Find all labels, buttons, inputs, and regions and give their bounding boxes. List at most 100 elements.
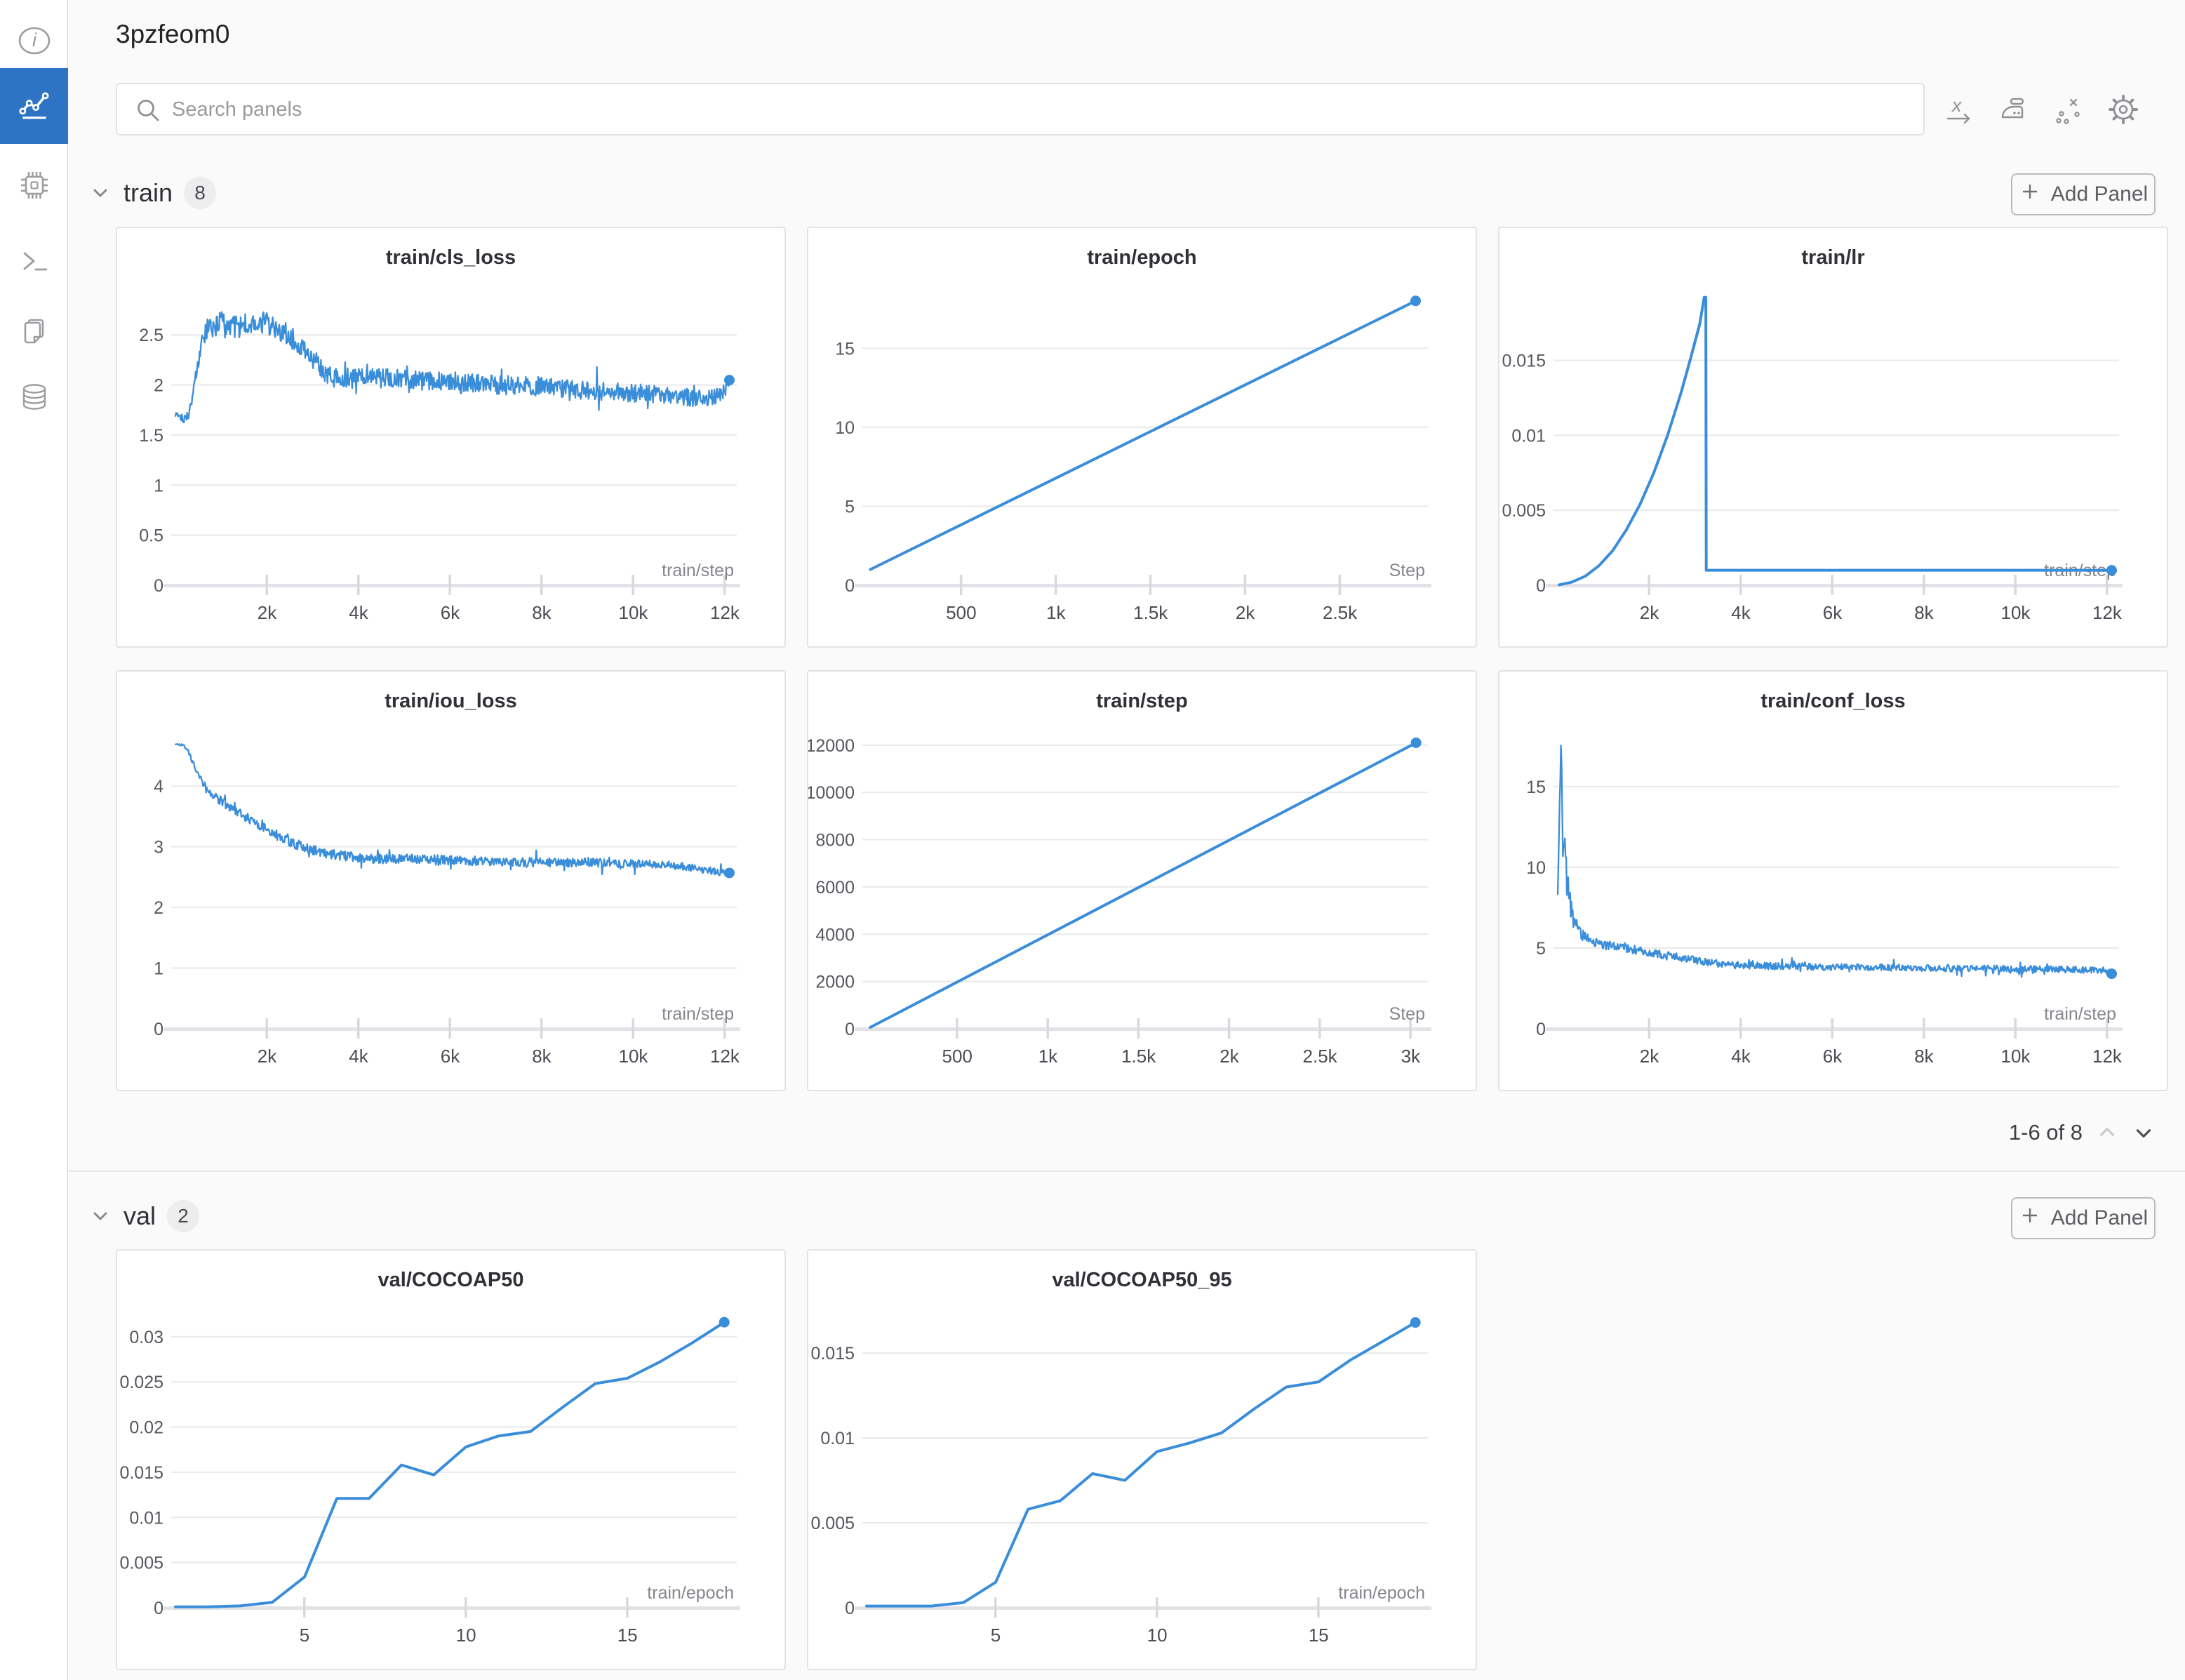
svg-text:1.5: 1.5 [139, 426, 163, 446]
terminal-icon [18, 244, 51, 281]
train-pagination: 1-6 of 8 [1937, 1114, 2156, 1151]
sidebar-item-system[interactable] [0, 162, 68, 211]
svg-text:3: 3 [154, 838, 163, 858]
svg-text:0.01: 0.01 [820, 1429, 855, 1448]
sidebar-item-overview[interactable]: i [0, 18, 68, 67]
panel-val_COCOAP50[interactable]: val/COCOAP5000.0050.010.0150.020.0250.03… [116, 1249, 786, 1670]
remove-outliers-icon[interactable] [2049, 90, 2088, 129]
svg-text:15: 15 [1526, 778, 1546, 797]
svg-text:10000: 10000 [808, 783, 855, 803]
svg-text:1.5k: 1.5k [1133, 602, 1168, 623]
chart-canvas[interactable]: 012342k4k6k8k10k12ktrain/step [117, 672, 784, 1090]
svg-text:2000: 2000 [815, 973, 855, 992]
svg-text:3k: 3k [1401, 1046, 1421, 1067]
sidebar: i [0, 0, 68, 1680]
svg-text:0.005: 0.005 [810, 1514, 855, 1533]
svg-text:12k: 12k [2092, 602, 2123, 623]
svg-text:10: 10 [1147, 1625, 1168, 1646]
collapse-val-icon[interactable] [88, 1204, 112, 1228]
panel-toolbar: x [1939, 90, 2150, 129]
svg-text:15: 15 [1309, 1625, 1329, 1646]
panel-train_lr[interactable]: train/lr00.0050.010.0152k4k6k8k10k12ktra… [1498, 227, 2168, 648]
plus-icon [2019, 180, 2041, 208]
svg-text:5: 5 [1536, 939, 1546, 959]
svg-text:0.03: 0.03 [129, 1328, 163, 1347]
info-icon: i [18, 24, 51, 61]
svg-text:10: 10 [1526, 858, 1546, 878]
svg-text:train/epoch: train/epoch [1338, 1583, 1425, 1603]
wandb-run-workspace: i [0, 0, 2185, 1680]
svg-text:12k: 12k [710, 1046, 740, 1067]
svg-text:train/step: train/step [662, 1004, 734, 1024]
svg-text:2k: 2k [1220, 1046, 1239, 1067]
svg-text:10k: 10k [2000, 1046, 2031, 1067]
train-panel-grid: train/cls_loss00.511.522.52k4k6k8k10k12k… [116, 227, 2172, 1091]
svg-text:2.5k: 2.5k [1323, 602, 1358, 623]
x-axis-icon[interactable]: x [1939, 90, 1979, 129]
add-panel-button-val[interactable]: Add Panel [2011, 1197, 2156, 1239]
chart-canvas[interactable]: 0510152k4k6k8k10k12ktrain/step [1499, 672, 2167, 1090]
settings-gear-icon[interactable] [2104, 90, 2143, 129]
section-header-val: val 2 [88, 1200, 199, 1232]
chart-canvas[interactable]: 00.0050.010.01551015train/epoch [808, 1251, 1476, 1669]
panel-count-badge: 2 [167, 1200, 199, 1232]
svg-text:6k: 6k [1823, 602, 1843, 623]
svg-text:6k: 6k [1823, 1046, 1843, 1067]
svg-text:2.5: 2.5 [139, 326, 163, 345]
svg-text:12k: 12k [2092, 1046, 2123, 1067]
val-panel-grid: val/COCOAP5000.0050.010.0150.020.0250.03… [116, 1249, 2172, 1670]
database-icon [18, 380, 51, 418]
svg-text:10k: 10k [2000, 602, 2031, 623]
svg-text:0.025: 0.025 [119, 1373, 163, 1392]
svg-text:0: 0 [154, 576, 163, 596]
svg-text:0.01: 0.01 [129, 1508, 163, 1528]
chart-canvas[interactable]: 00.0050.010.0150.020.0250.0351015train/e… [117, 1251, 784, 1669]
plus-icon [2019, 1204, 2041, 1232]
page-down-icon[interactable] [2132, 1121, 2156, 1145]
svg-text:0.015: 0.015 [1502, 351, 1546, 371]
section-divider [69, 1171, 2185, 1172]
smoothing-icon[interactable] [1994, 90, 2033, 129]
svg-text:5: 5 [845, 497, 855, 516]
sidebar-item-charts[interactable] [0, 68, 68, 144]
svg-text:2.5k: 2.5k [1303, 1046, 1338, 1067]
svg-text:2: 2 [154, 376, 163, 396]
chart-canvas[interactable]: 00.0050.010.0152k4k6k8k10k12ktrain/step [1499, 228, 2167, 646]
sidebar-item-files[interactable] [0, 308, 68, 357]
svg-text:2k: 2k [258, 602, 277, 623]
svg-text:1k: 1k [1046, 602, 1066, 623]
svg-text:6k: 6k [441, 1046, 460, 1067]
svg-text:500: 500 [946, 602, 976, 623]
panel-train_cls_loss[interactable]: train/cls_loss00.511.522.52k4k6k8k10k12k… [116, 227, 786, 648]
svg-text:4k: 4k [1731, 1046, 1751, 1067]
svg-text:1k: 1k [1038, 1046, 1058, 1067]
svg-text:5: 5 [991, 1625, 1001, 1646]
svg-text:1: 1 [154, 476, 163, 495]
svg-text:8k: 8k [532, 1046, 552, 1067]
panel-val_COCOAP50_95[interactable]: val/COCOAP50_9500.0050.010.01551015train… [807, 1249, 1477, 1670]
svg-text:10: 10 [835, 418, 855, 438]
chart-canvas[interactable]: 00.511.522.52k4k6k8k10k12ktrain/step [117, 228, 784, 646]
chart-canvas[interactable]: 0200040006000800010000120005001k1.5k2k2.… [808, 672, 1476, 1090]
chart-canvas[interactable]: 0510155001k1.5k2k2.5kStep [808, 228, 1476, 646]
svg-text:2k: 2k [1640, 1046, 1659, 1067]
svg-text:6k: 6k [441, 602, 460, 623]
svg-text:0: 0 [845, 1020, 855, 1039]
section-title-train: train [123, 178, 173, 208]
collapse-train-icon[interactable] [88, 181, 112, 205]
add-panel-button-train[interactable]: Add Panel [2011, 173, 2156, 215]
svg-text:0.01: 0.01 [1511, 426, 1546, 446]
panel-train_step[interactable]: train/step020004000600080001000012000500… [807, 670, 1477, 1091]
page-up-icon[interactable] [2095, 1121, 2119, 1145]
svg-text:4k: 4k [349, 602, 368, 623]
svg-text:2k: 2k [1236, 602, 1255, 623]
sidebar-item-artifacts[interactable] [0, 374, 68, 423]
panel-train_conf_loss[interactable]: train/conf_loss0510152k4k6k8k10k12ktrain… [1498, 670, 2168, 1091]
svg-text:0.005: 0.005 [119, 1554, 163, 1573]
sidebar-item-logs[interactable] [0, 238, 68, 287]
search-input[interactable] [171, 84, 1913, 135]
panel-train_epoch[interactable]: train/epoch0510155001k1.5k2k2.5kStep [807, 227, 1477, 648]
svg-text:0: 0 [845, 1599, 855, 1618]
panel-train_iou_loss[interactable]: train/iou_loss012342k4k6k8k10k12ktrain/s… [116, 670, 786, 1091]
svg-text:Step: Step [1389, 1004, 1425, 1024]
